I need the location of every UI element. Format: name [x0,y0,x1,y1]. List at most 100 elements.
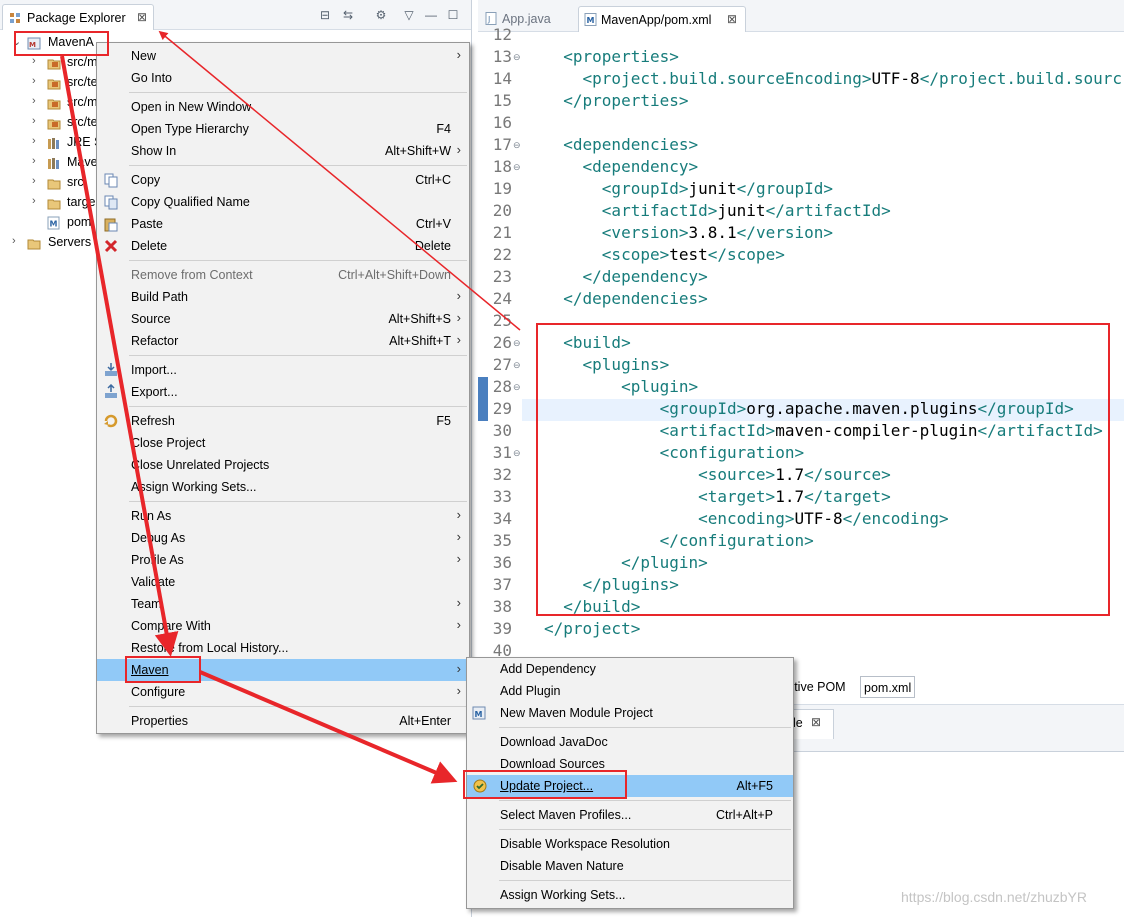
chevron-right-icon[interactable]: › [32,95,36,107]
menu-item-profile-as[interactable]: Profile As › [97,549,469,571]
xml-text [544,223,602,242]
menu-item-shortcut: Alt+Shift+S [388,312,451,326]
chevron-right-icon[interactable]: › [32,135,36,147]
menu-item-new-maven-module-project[interactable]: M New Maven Module Project [467,702,793,724]
menu-item-debug-as[interactable]: Debug As › [97,527,469,549]
link-with-editor-icon[interactable]: ⇆ [341,8,355,22]
code-line: <dependency> [544,157,699,176]
collapse-all-icon[interactable]: ⊟ [318,8,332,22]
menu-item-refactor[interactable]: Refactor Alt+Shift+T › [97,330,469,352]
chevron-right-icon[interactable]: › [32,55,36,67]
tree-item[interactable]: › Servers [0,233,100,253]
fold-toggle-icon[interactable]: ⊖ [513,52,521,63]
menu-item-label: Import... [131,363,177,377]
xml-text [544,245,602,264]
menu-item-label: New [131,49,157,63]
menu-item-open-in-new-window[interactable]: Open in New Window [97,96,469,118]
folder-icon [47,199,61,210]
maximize-icon[interactable]: ☐ [446,8,460,22]
menu-separator [129,406,467,407]
menu-item-close-unrelated-projects[interactable]: Close Unrelated Projects [97,454,469,476]
tab-package-explorer[interactable]: Package Explorer ⊠ [2,4,154,30]
view-menu-icon[interactable]: ▽ [402,8,416,22]
menu-item-copy[interactable]: Copy Ctrl+C [97,169,469,191]
menu-item-label: Disable Maven Nature [500,859,624,873]
menu-item-configure[interactable]: Configure › [97,681,469,703]
line-number: 28 [492,377,512,396]
java-file-icon: J [485,12,497,25]
menu-item-shortcut: Ctrl+V [415,217,451,231]
menu-item-refresh[interactable]: Refresh F5 [97,410,469,432]
line-number: 27 [492,355,512,374]
menu-item-import[interactable]: Import... [97,359,469,381]
menu-item-label: Delete [131,239,168,253]
tree-item[interactable]: Mpom [0,213,100,233]
focus-task-icon[interactable]: ⚙ [374,8,388,22]
menu-item-run-as[interactable]: Run As › [97,505,469,527]
menu-item-label: Download JavaDoc [500,735,608,749]
fold-toggle-icon[interactable]: ⊖ [513,338,521,349]
tab-pom-xml-source[interactable]: pom.xml [860,676,916,698]
close-icon[interactable]: ⊠ [137,10,147,24]
menu-item-open-type-hierarchy[interactable]: Open Type Hierarchy F4 [97,118,469,140]
tree-item[interactable]: › JRE S [0,133,102,153]
fold-toggle-icon[interactable]: ⊖ [513,448,521,459]
menu-item-validate[interactable]: Validate [97,571,469,593]
tree-item[interactable]: › src/te [0,113,100,133]
menu-item-go-into[interactable]: Go Into [97,67,469,89]
tree-item[interactable]: › targe [0,193,100,213]
menu-item-label: Open Type Hierarchy [131,122,249,136]
menu-item-export[interactable]: Export... [97,381,469,403]
menu-item-assign-working-sets[interactable]: Assign Working Sets... [467,884,793,906]
line-number: 23 [492,267,512,286]
menu-item-label: Run As [131,509,172,523]
xml-text [544,179,602,198]
tree-item[interactable]: › Mave [0,153,100,173]
menu-item-label: Select Maven Profiles... [500,808,632,822]
menu-item-add-plugin[interactable]: Add Plugin [467,680,793,702]
menu-item-delete[interactable]: Delete Delete [97,235,469,257]
menu-item-compare-with[interactable]: Compare With › [97,615,469,637]
menu-item-close-project[interactable]: Close Project [97,432,469,454]
menu-item-new[interactable]: New › [97,45,469,67]
chevron-right-icon[interactable]: › [12,235,16,247]
chevron-right-icon[interactable]: › [32,195,36,207]
menu-item-team[interactable]: Team › [97,593,469,615]
line-number: 29 [492,399,512,418]
menu-item-copy-qualified-name[interactable]: Copy Qualified Name [97,191,469,213]
copy-icon [104,173,118,188]
tree-item[interactable]: › src [0,173,100,193]
tree-item[interactable]: › src/te [0,73,100,93]
menu-item-label: Restore from Local History... [131,641,289,655]
menu-item-assign-working-sets[interactable]: Assign Working Sets... [97,476,469,498]
menu-item-remove-from-context: Remove from Context Ctrl+Alt+Shift+Down [97,264,469,286]
line-number: 34 [492,509,512,528]
menu-item-properties[interactable]: Properties Alt+Enter [97,710,469,732]
menu-item-source[interactable]: Source Alt+Shift+S › [97,308,469,330]
fold-toggle-icon[interactable]: ⊖ [513,140,521,151]
menu-item-build-path[interactable]: Build Path › [97,286,469,308]
menu-item-disable-maven-nature[interactable]: Disable Maven Nature [467,855,793,877]
line-number: 14 [492,69,512,88]
tree-item[interactable]: › src/m [0,53,100,73]
menu-item-add-dependency[interactable]: Add Dependency [467,658,793,680]
tab-pom-xml[interactable]: M MavenApp/pom.xml ⊠ [578,6,746,32]
menu-item-select-maven-profiles[interactable]: Select Maven Profiles... Ctrl+Alt+P [467,804,793,826]
minimize-icon[interactable]: — [424,8,438,22]
chevron-right-icon[interactable]: › [32,115,36,127]
fold-toggle-icon[interactable]: ⊖ [513,382,521,393]
close-icon[interactable]: ⊠ [727,12,737,26]
tree-item[interactable]: › src/m [0,93,100,113]
submenu-arrow-icon: › [456,288,461,303]
chevron-right-icon[interactable]: › [32,175,36,187]
menu-item-disable-workspace-resolution[interactable]: Disable Workspace Resolution [467,833,793,855]
menu-item-show-in[interactable]: Show In Alt+Shift+W › [97,140,469,162]
fold-toggle-icon[interactable]: ⊖ [513,360,521,371]
fold-toggle-icon[interactable]: ⊖ [513,162,521,173]
menu-item-paste[interactable]: Paste Ctrl+V [97,213,469,235]
menu-item-shortcut: Ctrl+C [415,173,451,187]
chevron-right-icon[interactable]: › [32,75,36,87]
close-icon[interactable]: ⊠ [811,715,821,729]
chevron-right-icon[interactable]: › [32,155,36,167]
menu-item-download-javadoc[interactable]: Download JavaDoc [467,731,793,753]
